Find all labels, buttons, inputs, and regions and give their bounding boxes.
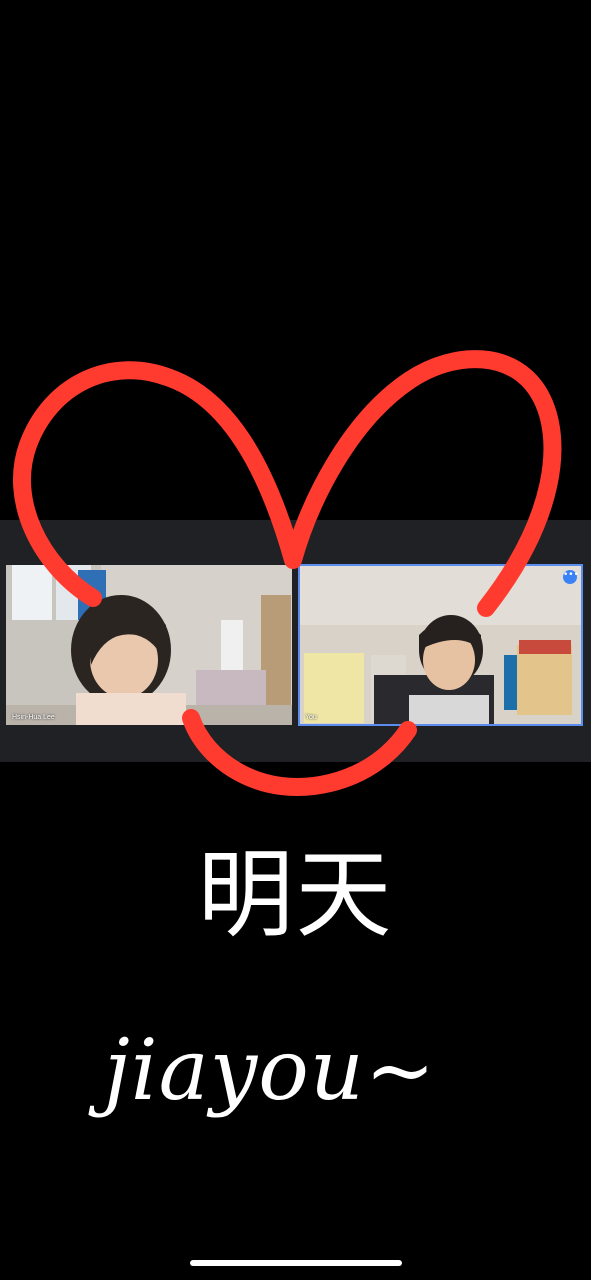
participant-video-you[interactable]: ••• You [298,564,583,726]
participant-name-label: Hsin-Hua Lee [12,714,55,721]
cursive-caption: jiayou~ [103,1021,437,1119]
participant-video-hsin-hua-lee[interactable]: Hsin-Hua Lee [6,565,292,725]
participant-name-label: You [305,714,317,721]
more-options-icon[interactable]: ••• [563,570,579,584]
participant-video-frame [6,565,292,725]
chinese-caption: 明天 [197,839,394,951]
self-video-frame [299,565,582,725]
home-indicator[interactable] [190,1260,402,1266]
